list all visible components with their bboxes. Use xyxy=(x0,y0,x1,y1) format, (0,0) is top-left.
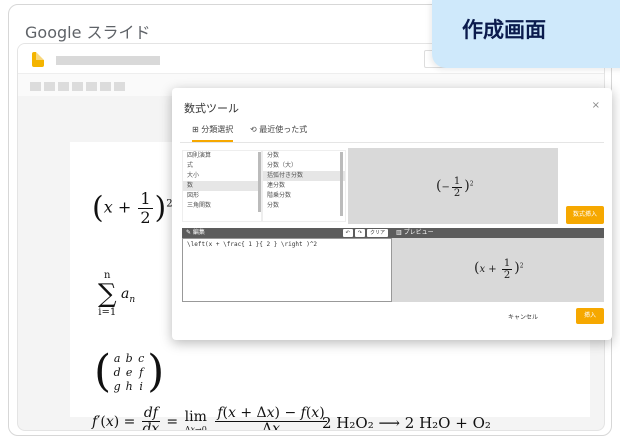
list-item[interactable]: 階乗分数 xyxy=(263,191,345,201)
equation-chemical-reaction: 2 H₂O₂ ⟶ 2 H₂O + O₂ xyxy=(322,414,491,431)
list-item[interactable]: 連分数 xyxy=(263,181,345,191)
toolbar-icon[interactable] xyxy=(86,82,97,91)
list-item[interactable]: 四則演算 xyxy=(183,151,261,161)
tab-category[interactable]: ⊞ 分類選択 xyxy=(192,124,234,142)
toolbar-icon[interactable] xyxy=(44,82,55,91)
cancel-button[interactable]: キャンセル xyxy=(508,312,538,321)
list-item[interactable]: 式 xyxy=(183,161,261,171)
subcategory-scrollbar[interactable] xyxy=(340,152,343,216)
tab-divider xyxy=(180,142,604,143)
equation-preview: (x + 1 2)2 xyxy=(392,238,604,302)
list-item[interactable]: 図形 xyxy=(183,191,261,201)
edit-buttons: ↶ ↷ クリア xyxy=(342,229,388,237)
list-item[interactable]: 数 xyxy=(183,181,261,191)
list-item[interactable]: 括弧付き分数 xyxy=(263,171,345,181)
insert-equation-button[interactable]: 数式挿入 xyxy=(566,206,604,224)
undo-button[interactable]: ↶ xyxy=(342,229,353,237)
app-title: Google スライド xyxy=(25,23,151,42)
list-item[interactable]: 大小 xyxy=(183,171,261,181)
equation-matrix: ( abc def ghi ) xyxy=(94,346,165,397)
equation-derivative: f′(x) = df dx = lim Δx→0 f(x + Δx) − f(x) Δ… xyxy=(92,405,327,431)
preview-header: ▥ プレビュー xyxy=(392,228,604,238)
caption-banner: 作成画面 xyxy=(432,0,620,68)
edit-header-label: ✎ 編集 xyxy=(186,229,205,236)
list-item[interactable]: 分数（大） xyxy=(263,161,345,171)
template-preview-math: (− 1 2)2 xyxy=(436,176,474,199)
latex-editor[interactable]: \left(x + \frac{ 1 }{ 2 } \right )^2 xyxy=(182,238,392,302)
list-item[interactable]: 三角関数 xyxy=(183,201,261,211)
dialog-title: 数式ツール xyxy=(184,102,239,115)
equation-paren-fraction: (x + 1 2)2 xyxy=(92,189,173,227)
toolbar-icon[interactable] xyxy=(30,82,41,91)
subcategory-list[interactable]: 分数 分数（大） 括弧付き分数 連分数 階乗分数 分数 xyxy=(262,150,346,222)
slides-logo-icon xyxy=(32,52,44,67)
tab-recent[interactable]: ⟲ 最近使った式 xyxy=(250,124,307,140)
toolbar-icon[interactable] xyxy=(58,82,69,91)
toolbar-icon[interactable] xyxy=(72,82,83,91)
insert-button[interactable]: 挿入 xyxy=(576,308,604,324)
preview-math: (x + 1 2)2 xyxy=(474,258,524,281)
template-preview: (− 1 2)2 xyxy=(348,148,558,224)
equation-tool-dialog: 数式ツール × ⊞ 分類選択 ⟲ 最近使った式 四則演算 式 大小 数 図形 三… xyxy=(172,88,612,340)
clear-button[interactable]: クリア xyxy=(366,229,388,237)
list-item[interactable]: 分数 xyxy=(263,201,345,211)
category-list[interactable]: 四則演算 式 大小 数 図形 三角関数 xyxy=(182,150,262,222)
category-scrollbar[interactable] xyxy=(258,152,261,212)
document-title-placeholder[interactable] xyxy=(56,56,160,65)
redo-button[interactable]: ↷ xyxy=(354,229,365,237)
edit-header: ✎ 編集 ↶ ↷ クリア xyxy=(182,228,392,238)
list-item[interactable]: 分数 xyxy=(263,151,345,161)
equation-summation: n ∑ i=1 an xyxy=(98,270,136,318)
banner-text: 作成画面 xyxy=(462,18,546,42)
close-icon[interactable]: × xyxy=(592,100,600,111)
toolbar-icon[interactable] xyxy=(100,82,111,91)
toolbar-icon[interactable] xyxy=(114,82,125,91)
